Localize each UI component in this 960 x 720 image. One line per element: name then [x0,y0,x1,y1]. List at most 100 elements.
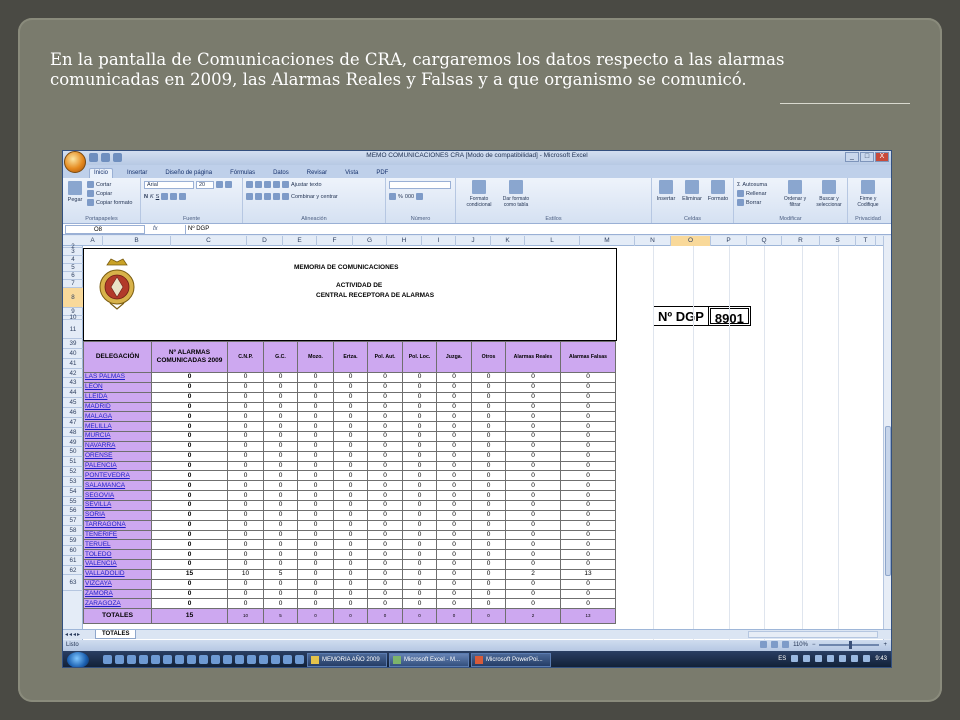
table-cell[interactable]: 0 [297,460,334,472]
table-cell[interactable]: 0 [227,519,264,531]
copy-button[interactable]: Copiar [87,189,132,198]
table-cell[interactable]: 0 [471,381,506,393]
row-header-51[interactable]: 51 [63,457,83,468]
table-cell[interactable]: 0 [227,588,264,600]
table-cell[interactable]: 0 [436,490,472,501]
table-cell[interactable]: 0 [333,411,368,423]
table-cell[interactable]: 0 [505,490,561,501]
table-cell[interactable]: 0 [227,421,264,433]
table-cell[interactable]: 0 [402,559,437,570]
table-cell[interactable]: 0 [297,431,334,442]
table-cell[interactable]: 0 [436,460,472,472]
table-cell[interactable]: 0 [297,450,334,462]
table-cell[interactable]: 0 [402,421,437,433]
table-cell[interactable]: 0 [367,431,403,442]
table-cell[interactable]: 0 [436,509,472,521]
row-header-39[interactable]: 39 [63,339,83,349]
table-cell[interactable]: 0 [402,490,437,501]
table-cell[interactable]: 0 [297,529,334,541]
row-header-42[interactable]: 42 [63,369,83,379]
table-cell[interactable]: 0 [436,559,472,570]
table-cell[interactable]: 0 [560,490,616,501]
delegation-link[interactable]: ZARAGOZA [83,598,152,610]
table-cell[interactable]: 0 [227,381,264,393]
close-button[interactable]: X [875,152,889,162]
zoom-level[interactable]: 110% [793,642,808,648]
row-header-44[interactable]: 44 [63,388,83,399]
table-cell[interactable]: 0 [471,401,506,413]
language-indicator[interactable]: ES [778,656,786,662]
table-cell[interactable]: 0 [402,549,437,561]
table-cell[interactable]: 0 [560,391,616,403]
font-name-select[interactable]: Arial [144,180,194,189]
row-header-5[interactable]: 5 [63,264,83,272]
table-cell[interactable]: 0 [471,578,506,590]
table-cell[interactable]: 0 [436,470,472,482]
table-cell[interactable]: 0 [367,411,403,423]
italic-button[interactable]: K [150,194,154,200]
column-header-q[interactable]: Q [747,236,782,246]
table-cell[interactable]: 0 [367,490,403,501]
delegation-link[interactable]: TARRAGONA [83,519,152,531]
table-cell[interactable]: 0 [436,539,472,551]
insert-button[interactable]: Insertar [654,180,678,202]
table-cell[interactable]: 0 [471,490,506,501]
align-left-icon[interactable] [246,193,253,200]
delegation-link[interactable]: ORENSE [83,450,152,462]
table-cell[interactable]: 0 [151,381,228,393]
table-cell[interactable]: 0 [505,460,561,472]
table-cell[interactable]: 0 [505,499,561,511]
percent-button[interactable]: % [398,194,403,200]
table-cell[interactable]: 0 [436,588,472,600]
table-cell[interactable]: 0 [333,490,368,501]
table-cell[interactable]: 0 [263,588,298,600]
table-cell[interactable]: 0 [227,559,264,570]
table-cell[interactable]: 0 [227,401,264,413]
table-cell[interactable]: 0 [333,372,368,383]
font-size-select[interactable]: 20 [196,180,214,189]
table-cell[interactable]: 0 [263,470,298,482]
table-cell[interactable]: 0 [151,529,228,541]
table-cell[interactable]: 0 [263,549,298,561]
indent-icon[interactable] [273,193,280,200]
table-cell[interactable]: 0 [263,578,298,590]
table-cell[interactable]: 0 [471,568,506,580]
table-cell[interactable]: 0 [297,391,334,403]
column-header-p[interactable]: P [711,236,747,246]
underline-button[interactable]: S [156,194,160,200]
table-cell[interactable]: 0 [436,499,472,511]
table-cell[interactable]: 0 [297,411,334,423]
table-cell[interactable]: 0 [263,519,298,531]
table-cell[interactable]: 0 [297,578,334,590]
minimize-button[interactable]: _ [845,152,859,162]
table-cell[interactable]: 0 [333,549,368,561]
table-cell[interactable]: 0 [263,598,298,610]
vertical-scrollbar[interactable] [883,236,891,640]
table-cell[interactable]: 0 [227,529,264,541]
sheet-nav-arrows[interactable]: ◂◂◂▸ [65,631,81,638]
table-cell[interactable]: 0 [227,391,264,403]
totals-cell[interactable]: 0 [297,608,334,625]
row-header-54[interactable]: 54 [63,487,83,497]
table-cell[interactable]: 0 [367,421,403,433]
table-cell[interactable]: 0 [505,539,561,551]
table-cell[interactable]: 0 [151,421,228,433]
table-cell[interactable]: 0 [297,470,334,482]
table-cell[interactable]: 0 [367,401,403,413]
table-cell[interactable]: 0 [505,470,561,482]
table-cell[interactable]: 0 [560,559,616,570]
table-cell[interactable]: 0 [560,470,616,482]
table-cell[interactable]: 0 [263,539,298,551]
table-cell[interactable]: 0 [402,411,437,423]
table-cell[interactable]: 0 [402,529,437,541]
table-cell[interactable]: 0 [151,470,228,482]
table-cell[interactable]: 0 [367,568,403,580]
table-cell[interactable]: 0 [436,381,472,393]
table-cell[interactable]: 0 [471,421,506,433]
table-cell[interactable]: 0 [263,529,298,541]
table-cell[interactable]: 0 [471,559,506,570]
table-cell[interactable]: 0 [367,539,403,551]
orientation-icon[interactable] [273,181,280,188]
table-cell[interactable]: 0 [333,529,368,541]
table-cell[interactable]: 0 [402,381,437,393]
